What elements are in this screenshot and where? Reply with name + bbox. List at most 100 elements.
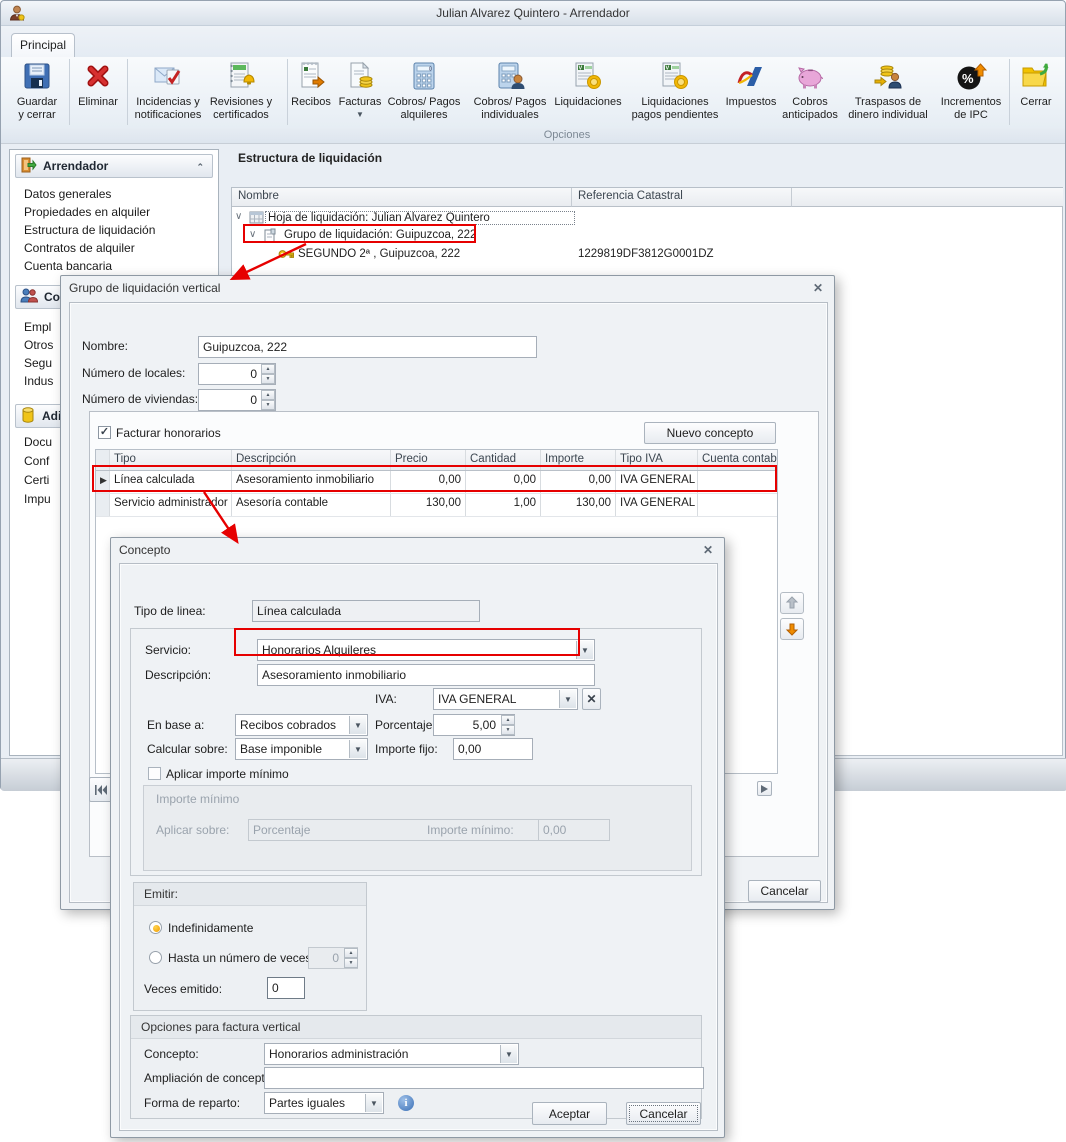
- ampliacion-input[interactable]: [264, 1067, 704, 1089]
- opciones-factura-groupbox: Opciones para factura vertical Concepto:…: [130, 1015, 702, 1119]
- payments-individual-button[interactable]: Cobros/ Pagos individuales: [468, 58, 552, 127]
- people-icon: [20, 288, 38, 306]
- liquidations-button[interactable]: V Liquidaciones: [552, 58, 624, 127]
- iva-clear-button[interactable]: ✕: [582, 688, 601, 710]
- column-header-blank[interactable]: [792, 188, 1063, 207]
- delete-button[interactable]: Eliminar: [71, 58, 125, 127]
- chevron-down-icon[interactable]: ▼: [365, 1094, 382, 1112]
- sidebar-item[interactable]: Certi: [24, 473, 49, 489]
- veces-emitido-label: Veces emitido:: [144, 982, 222, 996]
- veces-emitido-input[interactable]: 0: [267, 977, 305, 999]
- payments-individual-icon: [494, 60, 526, 92]
- ribbon-separator: [69, 59, 70, 125]
- annotation-rect-grid-row: [92, 465, 777, 492]
- save-close-button[interactable]: Guardar y cerrar: [9, 58, 65, 127]
- liquidations-pending-icon: V: [659, 60, 691, 92]
- money-transfer-button[interactable]: Traspasos de dinero individual: [842, 58, 934, 127]
- sidebar-item[interactable]: Empl: [24, 320, 51, 336]
- radio-indefinidamente[interactable]: [149, 921, 162, 934]
- sidebar-item[interactable]: Conf: [24, 454, 49, 470]
- sidebar-item-datos-generales[interactable]: Datos generales: [24, 187, 111, 203]
- calcular-sobre-label: Calcular sobre:: [147, 742, 228, 756]
- piggy-bank-icon: [794, 60, 826, 92]
- iva-combo[interactable]: IVA GENERAL▼: [433, 688, 578, 710]
- svg-text:V: V: [666, 66, 670, 72]
- importe-minimo-input: 0,00: [538, 819, 610, 841]
- tab-principal[interactable]: Principal: [11, 33, 75, 58]
- move-down-button[interactable]: [780, 618, 804, 640]
- chevron-down-icon[interactable]: ▼: [500, 1045, 517, 1063]
- calculated-line-groupbox: Servicio: Honorarios Alquileres▼ Descrip…: [130, 628, 702, 876]
- sidebar-item[interactable]: Docu: [24, 435, 52, 451]
- forma-reparto-combo[interactable]: Partes iguales▼: [264, 1092, 384, 1114]
- payments-rentals-button[interactable]: 0 Cobros/ Pagos alquileres: [382, 58, 466, 127]
- expander-icon[interactable]: ∨: [235, 211, 242, 222]
- chevron-down-icon[interactable]: ▼: [349, 716, 366, 734]
- dialog2-cancel-button[interactable]: Cancelar: [626, 1102, 701, 1125]
- liquidations-pending-button[interactable]: V Liquidaciones pagos pendientes: [631, 58, 719, 127]
- chevron-down-icon[interactable]: ▼: [349, 740, 366, 758]
- grid-nav-first-button[interactable]: [89, 777, 112, 802]
- facturar-honorarios-checkbox[interactable]: ✓: [98, 426, 111, 439]
- tree-node-label[interactable]: SEGUNDO 2ª , Guipuzcoa, 222: [298, 248, 460, 260]
- invoices-button[interactable]: Facturas ▼: [334, 58, 386, 127]
- svg-text:%: %: [962, 71, 974, 86]
- dialog-title: Grupo de liquidación vertical: [61, 276, 834, 300]
- taxes-icon: [735, 60, 767, 92]
- locales-spinner[interactable]: ▲▼: [261, 364, 275, 384]
- radio-hasta-numero[interactable]: [149, 951, 162, 964]
- tree-node-label[interactable]: Hoja de liquidación: Julian Alvarez Quin…: [265, 211, 575, 225]
- importe-minimo-groupbox: Importe mínimo Aplicar sobre: Porcentaje…: [143, 785, 692, 871]
- sidebar-item[interactable]: Indus: [24, 374, 53, 390]
- dialog2-accept-button[interactable]: Aceptar: [532, 1102, 607, 1125]
- taxes-button[interactable]: Impuestos: [721, 58, 781, 127]
- sidebar-item-propiedades[interactable]: Propiedades en alquiler: [24, 205, 150, 221]
- nombre-input[interactable]: Guipuzcoa, 222: [198, 336, 537, 358]
- facturar-honorarios-label: Facturar honorarios: [116, 426, 221, 440]
- arrow-right-icon: [761, 785, 768, 793]
- concepto-combo[interactable]: Honorarios administración▼: [264, 1043, 519, 1065]
- sidebar-item[interactable]: Otros: [24, 338, 53, 354]
- move-up-button[interactable]: [780, 592, 804, 614]
- aplicar-importe-minimo-checkbox[interactable]: ✓: [148, 767, 161, 780]
- sidebar-item[interactable]: Segu: [24, 356, 52, 372]
- porcentaje-spinner[interactable]: ▲▼: [501, 715, 515, 735]
- close-button[interactable]: Cerrar: [1011, 58, 1061, 127]
- column-header-referencia[interactable]: Referencia Catastral: [572, 188, 792, 207]
- sidebar-item[interactable]: Impu: [24, 492, 51, 508]
- tree-row-propiedad[interactable]: SEGUNDO 2ª , Guipuzcoa, 222 1229819DF381…: [232, 246, 1062, 265]
- importe-fijo-label: Importe fijo:: [375, 742, 438, 756]
- aplicar-importe-minimo-label: Aplicar importe mínimo: [166, 767, 289, 781]
- arrow-down-icon: [785, 622, 799, 636]
- close-icon[interactable]: ✕: [810, 280, 826, 296]
- radio-indefinidamente-label: Indefinidamente: [168, 921, 253, 935]
- importe-minimo-label: Importe mínimo:: [427, 823, 514, 837]
- ribbon-separator: [1009, 59, 1010, 125]
- receipts-button[interactable]: Recibos: [282, 58, 340, 127]
- en-base-combo[interactable]: Recibos cobrados▼: [235, 714, 368, 736]
- annotation-rect-descripcion-input: [234, 628, 580, 656]
- viviendas-spinner[interactable]: ▲▼: [261, 390, 275, 410]
- calcular-sobre-combo[interactable]: Base imponible▼: [235, 738, 368, 760]
- close-icon[interactable]: ✕: [700, 542, 716, 558]
- sidebar-item-estructura[interactable]: Estructura de liquidación: [24, 223, 155, 239]
- hscroll-right-button[interactable]: [757, 781, 772, 796]
- nuevo-concepto-button[interactable]: Nuevo concepto: [644, 422, 776, 444]
- screenshot-stage: Julian Alvarez Quintero - Arrendador Pri…: [0, 0, 1066, 1142]
- sidebar-group-arrendador[interactable]: Arrendador ⌃: [15, 154, 213, 178]
- opciones-factura-group-title: Opciones para factura vertical: [141, 1020, 300, 1034]
- dialog1-cancel-button[interactable]: Cancelar: [748, 880, 821, 902]
- ribbon-group-row: Opciones: [1, 128, 1065, 144]
- column-header-nombre[interactable]: Nombre: [232, 188, 572, 207]
- advance-collections-button[interactable]: Cobros anticipados: [781, 58, 839, 127]
- annotation-arrow-to-dialog1: [222, 238, 314, 288]
- sidebar-item-contratos[interactable]: Contratos de alquiler: [24, 241, 135, 257]
- chevron-down-icon[interactable]: ▼: [559, 690, 576, 708]
- reviews-certificates-button[interactable]: Revisiones y certificados: [199, 58, 283, 127]
- importe-fijo-input[interactable]: 0,00: [453, 738, 533, 760]
- descripcion-input[interactable]: Asesoramiento inmobiliario: [257, 664, 595, 686]
- en-base-label: En base a:: [147, 718, 204, 732]
- ribbon: Guardar y cerrar Eliminar Incidencias y …: [1, 57, 1065, 128]
- ipc-increase-button[interactable]: % Incrementos de IPC: [935, 58, 1007, 127]
- sidebar-item-cuenta-bancaria[interactable]: Cuenta bancaria: [24, 259, 112, 275]
